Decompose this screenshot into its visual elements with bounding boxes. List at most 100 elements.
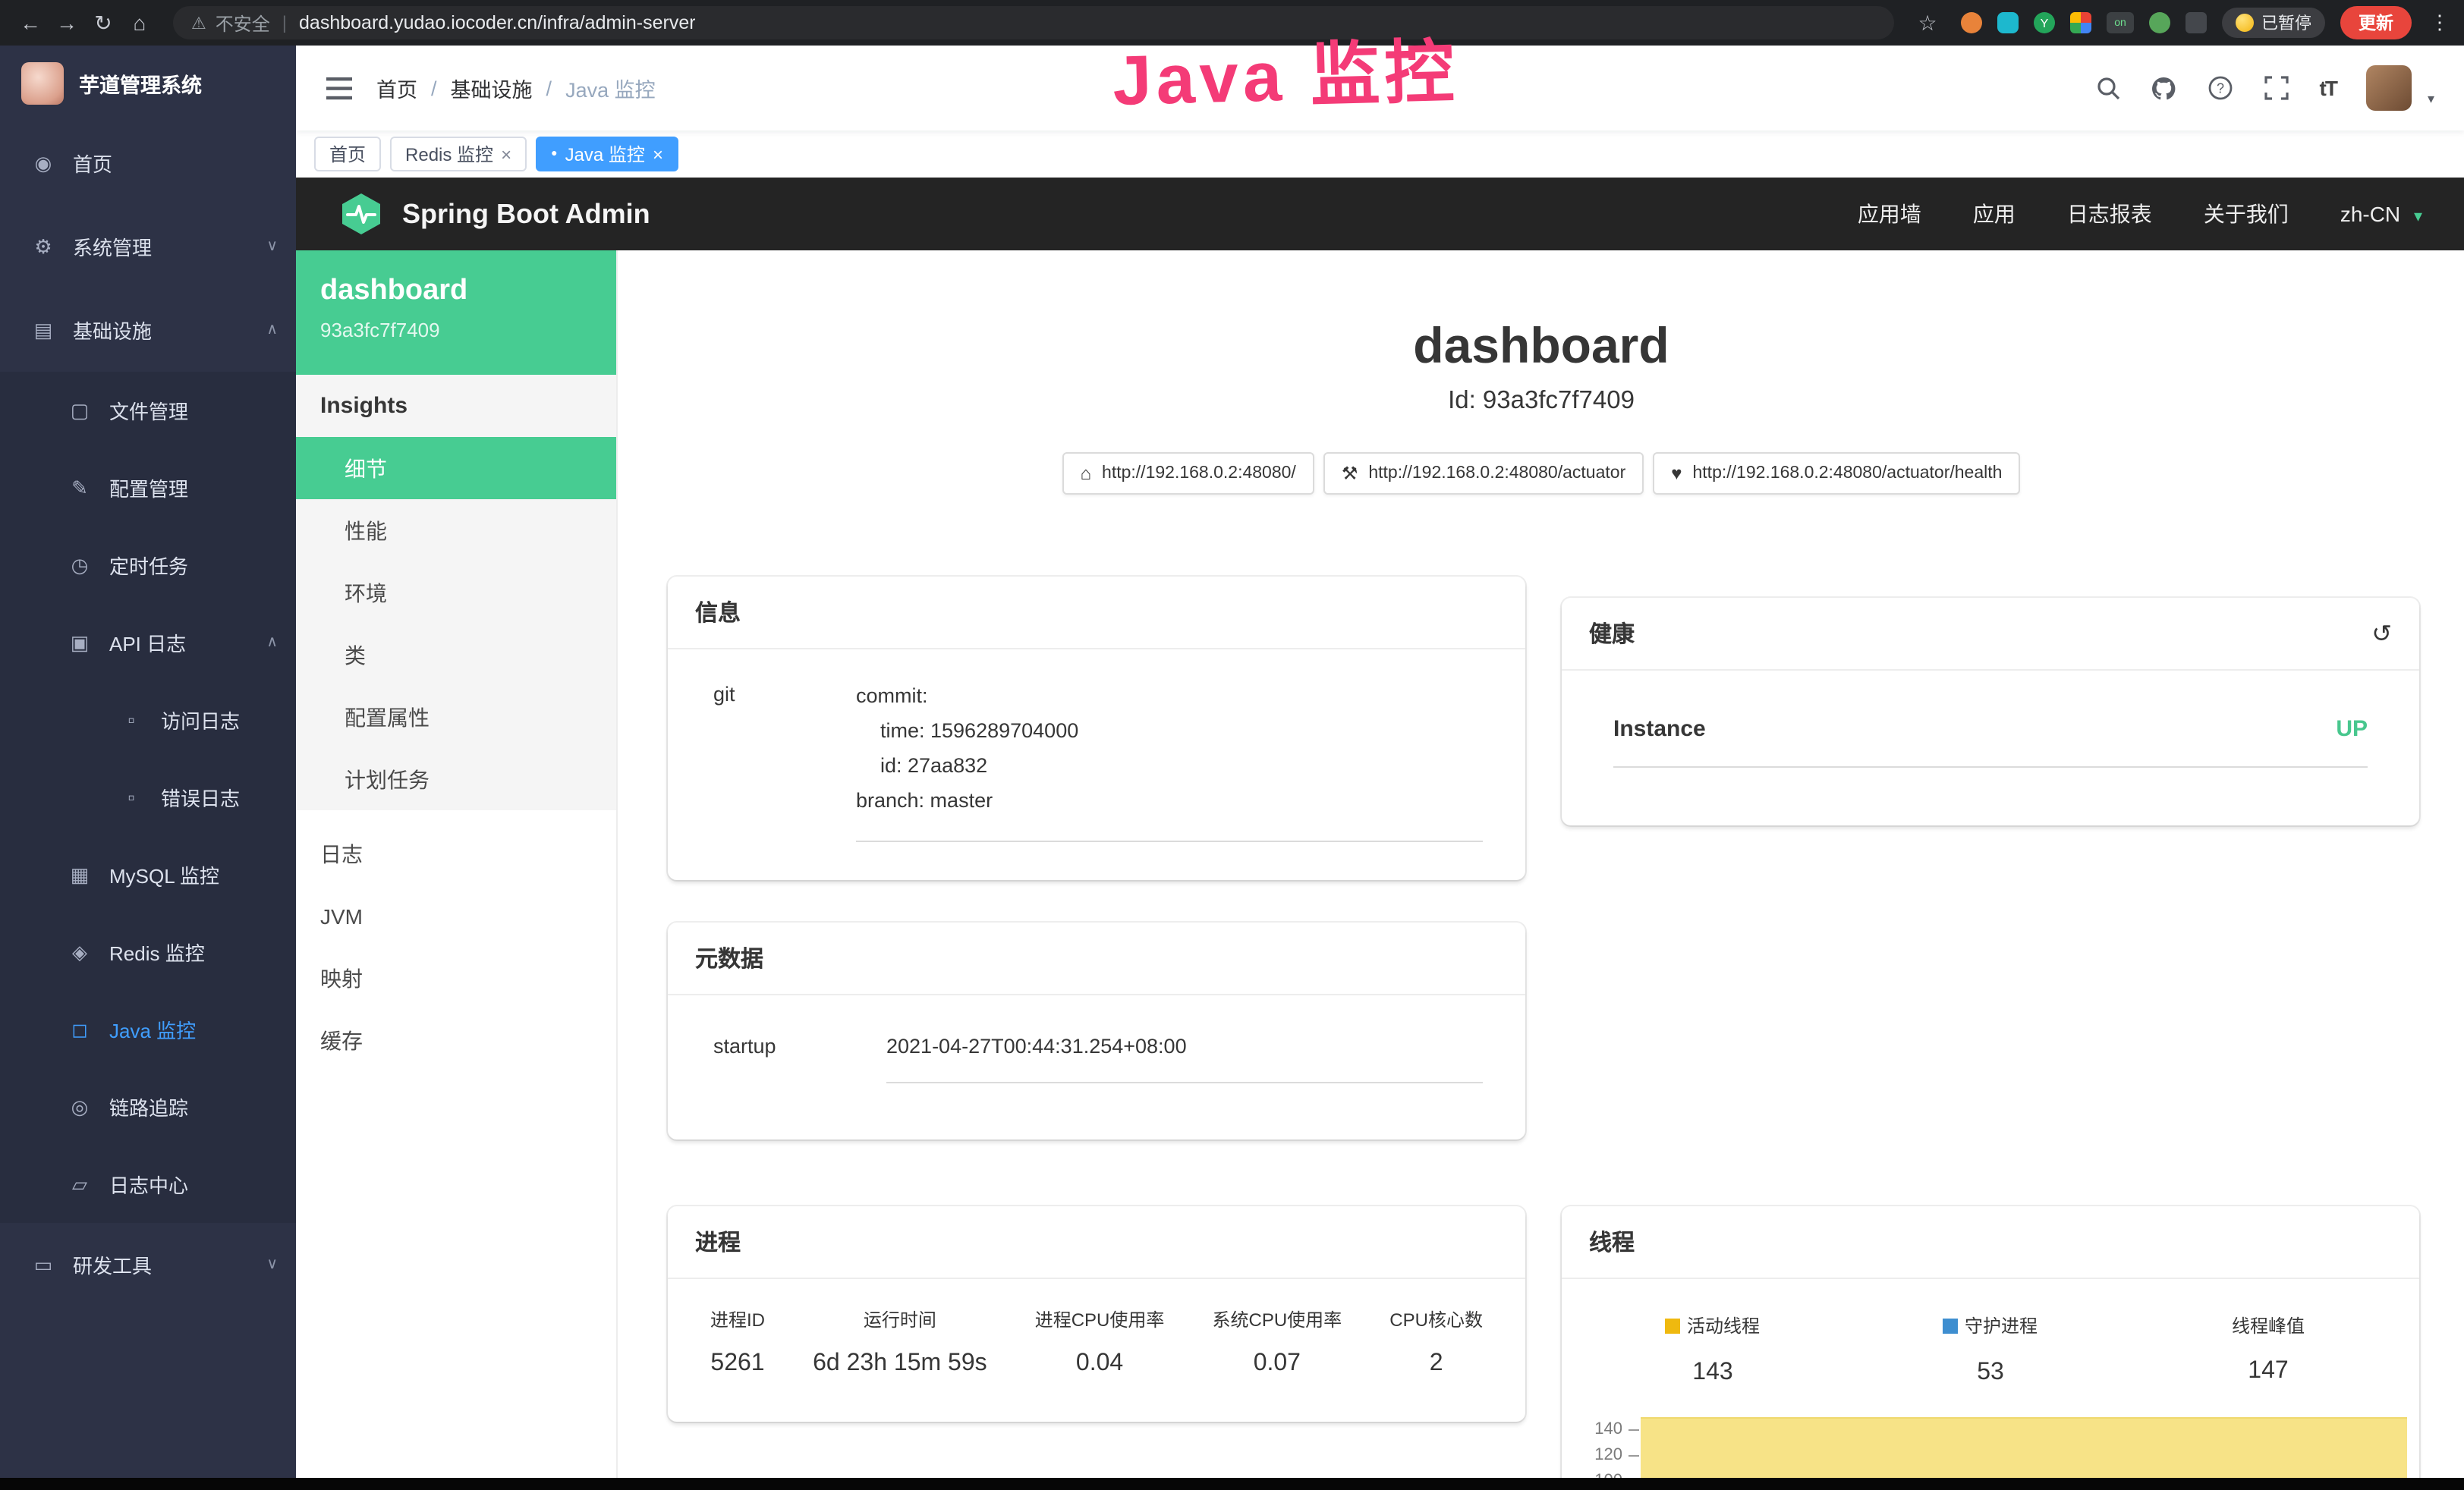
- sidebar-item-api-log[interactable]: ▣ API 日志 ∧: [0, 604, 296, 681]
- update-button[interactable]: 更新: [2340, 6, 2412, 39]
- sidebar-item-label: 研发工具: [73, 1250, 152, 1279]
- tab-home[interactable]: 首页: [314, 137, 381, 171]
- sba-nav-about[interactable]: 关于我们: [2204, 199, 2289, 229]
- log-center-icon: ▱: [67, 1172, 93, 1196]
- sidebar-item-dev-tools[interactable]: ▭ 研发工具 ∨: [0, 1223, 296, 1306]
- tab-label: Java 监控: [565, 141, 645, 167]
- sba-nav-journal[interactable]: 日志报表: [2067, 199, 2152, 229]
- sidebar-item-access-log[interactable]: ▫ 访问日志: [0, 681, 296, 759]
- sba-item-logs[interactable]: 日志: [296, 822, 616, 885]
- extension-icon-7[interactable]: [2186, 12, 2207, 33]
- address-bar[interactable]: ⚠ 不安全 | dashboard.yudao.iocoder.cn/infra…: [173, 6, 1894, 39]
- sidebar-item-trace[interactable]: ◎ 链路追踪: [0, 1068, 296, 1146]
- sidebar-item-label: 文件管理: [109, 396, 188, 425]
- sidebar-item-file-manage[interactable]: ▢ 文件管理: [0, 372, 296, 449]
- sba-brand-title[interactable]: Spring Boot Admin: [402, 198, 650, 230]
- link-text: http://192.168.0.2:48080/actuator/health: [1693, 464, 2003, 483]
- sidebar-item-label: 基础设施: [73, 316, 152, 344]
- sba-group-insights: Insights: [296, 375, 616, 437]
- info-card-title: 信息: [668, 577, 1525, 649]
- help-icon[interactable]: ?: [2208, 75, 2233, 101]
- sidebar-item-log-center[interactable]: ▱ 日志中心: [0, 1146, 296, 1223]
- sba-item-metrics[interactable]: 性能: [296, 499, 616, 561]
- history-icon[interactable]: ↺: [2371, 618, 2392, 649]
- sba-nav-applications[interactable]: 应用: [1973, 199, 2016, 229]
- extension-icon-1[interactable]: [1961, 12, 1982, 33]
- profile-paused-chip[interactable]: 已暂停: [2222, 8, 2325, 38]
- user-avatar[interactable]: [2367, 65, 2412, 111]
- sba-logo-icon[interactable]: [338, 191, 384, 237]
- browser-menu-icon[interactable]: ⋮: [2427, 11, 2453, 35]
- sba-item-mappings[interactable]: 映射: [296, 947, 616, 1009]
- link-text: http://192.168.0.2:48080/: [1102, 464, 1296, 483]
- info-row-value: commit: time: 1596289704000 id: 27aa832 …: [856, 680, 1483, 842]
- doc-icon: ▫: [118, 709, 144, 731]
- extension-icon-4[interactable]: [2070, 12, 2091, 33]
- metadata-row-label: startup: [713, 1035, 886, 1083]
- instance-header[interactable]: dashboard 93a3fc7f7409: [296, 250, 616, 375]
- sidebar-item-redis-monitor[interactable]: ◈ Redis 监控: [0, 913, 296, 991]
- actuator-url-link[interactable]: ⚒ http://192.168.0.2:48080/actuator: [1323, 452, 1644, 495]
- tab-close-icon[interactable]: ×: [653, 143, 663, 165]
- metric-value: 0.04: [1035, 1350, 1165, 1378]
- health-url-link[interactable]: ♥ http://192.168.0.2:48080/actuator/heal…: [1653, 452, 2020, 495]
- search-icon[interactable]: [2095, 75, 2121, 101]
- breadcrumb-home[interactable]: 首页: [376, 73, 417, 103]
- reload-icon[interactable]: ↻: [85, 10, 121, 36]
- forward-icon[interactable]: →: [49, 11, 85, 35]
- extension-icon-3[interactable]: Y: [2034, 12, 2055, 33]
- home-icon: ◉: [30, 151, 56, 175]
- sidebar-item-error-log[interactable]: ▫ 错误日志: [0, 759, 296, 836]
- sba-locale-select[interactable]: zh-CN ▾: [2340, 202, 2422, 226]
- instance-name: dashboard: [320, 275, 592, 308]
- sidebar-item-mysql-monitor[interactable]: ▦ MySQL 监控: [0, 836, 296, 913]
- extension-icon-5[interactable]: on: [2107, 12, 2134, 33]
- sba-item-scheduled[interactable]: 计划任务: [296, 748, 616, 810]
- sidebar-item-config-manage[interactable]: ✎ 配置管理: [0, 449, 296, 527]
- extension-icon-6[interactable]: [2149, 12, 2170, 33]
- breadcrumb-infra[interactable]: 基础设施: [451, 73, 533, 103]
- sidebar-item-java-monitor[interactable]: ◻ Java 监控: [0, 991, 296, 1068]
- hamburger-icon[interactable]: [326, 75, 352, 101]
- app-logo[interactable]: 芋道管理系统: [0, 46, 296, 121]
- sidebar-item-infra[interactable]: ▤ 基础设施 ∧: [0, 288, 296, 372]
- instance-id-line: Id: 93a3fc7f7409: [618, 387, 2464, 416]
- fullscreen-icon[interactable]: [2264, 75, 2289, 101]
- redis-icon: ◈: [67, 940, 93, 964]
- info-card: 信息 git commit: time: 1596289704000 id: 2…: [668, 577, 1525, 880]
- github-icon[interactable]: [2151, 75, 2177, 101]
- sba-item-jvm[interactable]: JVM: [296, 885, 616, 947]
- sidebar-item-system[interactable]: ⚙ 系统管理 ∨: [0, 205, 296, 288]
- metric-value: 2: [1389, 1350, 1483, 1378]
- metadata-card-title: 元数据: [668, 923, 1525, 995]
- sba-item-config-props[interactable]: 配置属性: [296, 686, 616, 748]
- sidebar-item-home[interactable]: ◉ 首页: [0, 121, 296, 205]
- cards-left-column: 信息 git commit: time: 1596289704000 id: 2…: [668, 577, 1525, 1422]
- metadata-card: 元数据 startup 2021-04-27T00:44:31.254+08:0…: [668, 923, 1525, 1140]
- sidebar-item-label: 定时任务: [109, 551, 188, 580]
- sba-item-details[interactable]: 细节: [296, 437, 616, 499]
- infrastructure-icon: ▤: [30, 318, 56, 342]
- font-size-icon[interactable]: tT: [2320, 76, 2337, 100]
- tab-close-icon[interactable]: ×: [501, 143, 511, 165]
- cards-right-column: 健康 ↺ Instance UP 线程 活动线程 143: [1562, 577, 2419, 1478]
- sba-item-caches[interactable]: 缓存: [296, 1009, 616, 1071]
- bookmark-star-icon[interactable]: ☆: [1909, 10, 1946, 36]
- tab-redis-monitor[interactable]: Redis 监控 ×: [390, 137, 527, 171]
- sba-item-environment[interactable]: 环境: [296, 561, 616, 624]
- trace-icon: ◎: [67, 1095, 93, 1119]
- annotation-java-monitor: Java 监控: [1111, 17, 1460, 126]
- extension-icon-2[interactable]: [1997, 12, 2019, 33]
- service-url-link[interactable]: ⌂ http://192.168.0.2:48080/: [1062, 452, 1314, 495]
- url-text[interactable]: dashboard.yudao.iocoder.cn/infra/admin-s…: [299, 12, 696, 33]
- sba-item-classes[interactable]: 类: [296, 624, 616, 686]
- sidebar-item-label: Redis 监控: [109, 938, 205, 967]
- home-icon[interactable]: ⌂: [121, 11, 158, 35]
- sba-nav-wallboard[interactable]: 应用墙: [1858, 199, 1921, 229]
- security-label[interactable]: 不安全: [216, 10, 270, 36]
- metric-label: 进程ID: [710, 1306, 765, 1332]
- back-icon[interactable]: ←: [12, 11, 49, 35]
- sidebar-item-scheduled-tasks[interactable]: ◷ 定时任务: [0, 527, 296, 604]
- tab-java-monitor[interactable]: ● Java 监控 ×: [536, 137, 678, 171]
- health-instance-row[interactable]: Instance UP: [1613, 716, 2368, 768]
